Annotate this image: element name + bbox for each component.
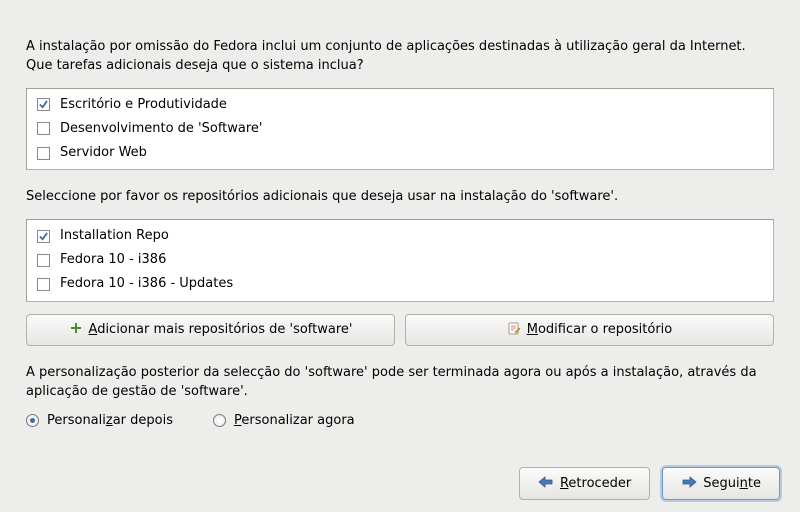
- checkbox[interactable]: [37, 278, 50, 291]
- radio-indicator: [26, 414, 39, 427]
- repo-row[interactable]: Installation Repo: [27, 224, 773, 248]
- back-button[interactable]: Retroceder: [519, 467, 650, 500]
- next-label: Seguinte: [703, 476, 761, 491]
- checkbox[interactable]: [37, 122, 50, 135]
- repo-label: Fedora 10 - i386 - Updates: [60, 275, 233, 293]
- task-row[interactable]: Desenvolvimento de 'Software': [27, 117, 773, 141]
- checkbox[interactable]: [37, 254, 50, 267]
- customize-later-radio[interactable]: Personalizar depois: [26, 413, 173, 428]
- task-label: Escritório e Produtividade: [60, 96, 227, 114]
- back-label: Retroceder: [560, 476, 631, 491]
- customize-now-label: Personalizar agora: [234, 413, 355, 428]
- arrow-left-icon: [538, 475, 554, 493]
- customize-intro-text: A personalização posterior da selecção d…: [26, 364, 774, 402]
- add-repo-button[interactable]: Adicionar mais repositórios de 'software…: [26, 314, 395, 346]
- edit-icon: [507, 321, 521, 339]
- checkbox[interactable]: [37, 230, 50, 243]
- task-label: Servidor Web: [60, 144, 147, 162]
- radio-indicator: [213, 414, 226, 427]
- checkbox[interactable]: [37, 98, 50, 111]
- add-icon: [69, 321, 83, 339]
- modify-repo-label: Modificar o repositório: [527, 322, 673, 337]
- task-row[interactable]: Servidor Web: [27, 141, 773, 165]
- customize-now-radio[interactable]: Personalizar agora: [213, 413, 355, 428]
- next-button[interactable]: Seguinte: [662, 467, 780, 500]
- checkbox[interactable]: [37, 147, 50, 160]
- task-label: Desenvolvimento de 'Software': [60, 120, 263, 138]
- repo-row[interactable]: Fedora 10 - i386: [27, 248, 773, 272]
- repo-intro-text: Seleccione por favor os repositórios adi…: [26, 188, 774, 207]
- modify-repo-button[interactable]: Modificar o repositório: [405, 314, 774, 346]
- repo-label: Installation Repo: [60, 227, 169, 245]
- arrow-right-icon: [681, 475, 697, 493]
- repo-label: Fedora 10 - i386: [60, 251, 166, 269]
- add-repo-label: Adicionar mais repositórios de 'software…: [89, 322, 353, 337]
- customize-later-label: Personalizar depois: [47, 413, 173, 428]
- intro-text: A instalação por omissão do Fedora inclu…: [26, 38, 774, 76]
- task-row[interactable]: Escritório e Produtividade: [27, 93, 773, 117]
- repo-row[interactable]: Fedora 10 - i386 - Updates: [27, 272, 773, 296]
- task-list: Escritório e Produtividade Desenvolviment…: [26, 88, 774, 171]
- repo-list: Installation Repo Fedora 10 - i386 Fedora …: [26, 219, 774, 302]
